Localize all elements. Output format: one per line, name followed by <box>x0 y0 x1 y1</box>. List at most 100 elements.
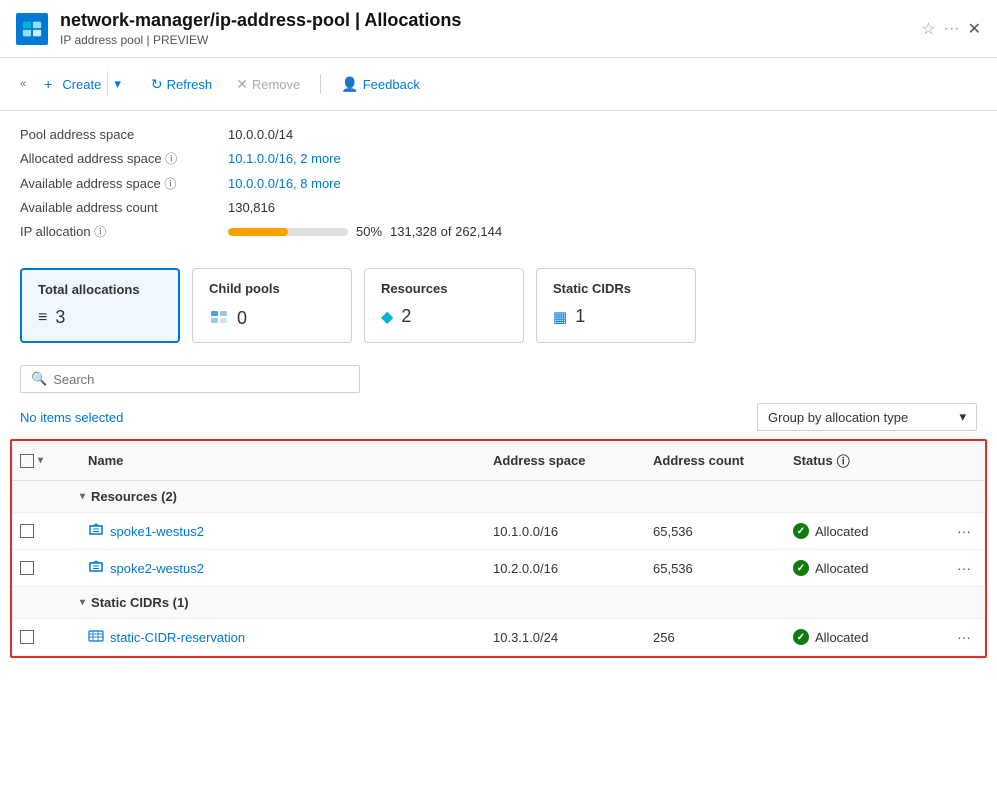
static-cidrs-value: 1 <box>575 306 585 327</box>
child-pools-card[interactable]: Child pools 0 <box>192 268 352 343</box>
row1-ellipsis-btn[interactable]: ··· <box>953 521 975 541</box>
page-header: network-manager/ip-address-pool | Alloca… <box>0 0 997 58</box>
progress-row: 50% 131,328 of 262,144 <box>228 224 502 239</box>
search-filter-row: 🔍 <box>0 355 997 399</box>
more-options-icon[interactable]: ··· <box>944 20 960 38</box>
resources-value: 2 <box>401 306 411 327</box>
ip-allocation-info-icon: ⓘ <box>94 225 106 239</box>
allocations-table: ▾ Name Address space Address count Statu… <box>10 439 987 658</box>
row3-address-count-cell: 256 <box>645 622 785 653</box>
total-allocations-card[interactable]: Total allocations ≡ 3 <box>20 268 180 343</box>
group-by-chevron-icon: ▾ <box>959 409 966 425</box>
create-label: Create <box>52 72 107 97</box>
row2-checkbox[interactable] <box>20 561 34 575</box>
row1-name-cell: spoke1-westus2 <box>80 514 485 549</box>
row2-resource-icon <box>88 559 104 578</box>
refresh-label: Refresh <box>167 77 213 92</box>
resources-card[interactable]: Resources ◆ 2 <box>364 268 524 343</box>
child-pools-value: 0 <box>237 308 247 329</box>
pool-address-space-value: 10.0.0.0/14 <box>228 127 293 142</box>
child-pools-title: Child pools <box>209 281 335 296</box>
available-address-count-row: Available address count 130,816 <box>20 200 977 215</box>
th-name[interactable]: Name <box>80 447 485 474</box>
row2-name-link[interactable]: spoke2-westus2 <box>110 561 204 576</box>
row1-status-dot <box>793 523 809 539</box>
child-pools-value-row: 0 <box>209 306 335 330</box>
pool-address-space-row: Pool address space 10.0.0.0/14 <box>20 127 977 142</box>
static-cidrs-icon: ▦ <box>553 308 567 326</box>
allocated-info-icon: ⓘ <box>165 152 177 166</box>
row3-checkbox-cell <box>12 622 56 652</box>
refresh-button[interactable]: ↻ Refresh <box>141 71 222 98</box>
row3-checkbox[interactable] <box>20 630 34 644</box>
select-all-checkbox[interactable] <box>20 454 34 468</box>
collapse-all-icon[interactable]: ▾ <box>38 455 43 466</box>
group-by-label: Group by allocation type <box>768 410 908 425</box>
create-button[interactable]: + Create ▾ <box>34 66 137 102</box>
row1-status-label: Allocated <box>815 524 868 539</box>
feedback-label: Feedback <box>363 77 420 92</box>
group-by-dropdown[interactable]: Group by allocation type ▾ <box>757 403 977 431</box>
sidebar-collapse-btn[interactable]: « <box>16 70 30 98</box>
allocated-address-space-value[interactable]: 10.1.0.0/16, 2 more <box>228 151 341 166</box>
row2-status: Allocated <box>793 560 868 576</box>
static-cidrs-card[interactable]: Static CIDRs ▦ 1 <box>536 268 696 343</box>
static-cidrs-value-row: ▦ 1 <box>553 306 679 327</box>
resources-group-collapse-icon[interactable]: ▾ <box>80 491 85 502</box>
row1-name-link[interactable]: spoke1-westus2 <box>110 524 204 539</box>
available-address-space-value[interactable]: 10.0.0.0/16, 8 more <box>228 176 341 191</box>
row1-checkbox[interactable] <box>20 524 34 538</box>
search-icon: 🔍 <box>31 371 47 387</box>
total-allocations-icon: ≡ <box>38 309 47 327</box>
feedback-button[interactable]: 👤 Feedback <box>331 71 430 98</box>
progress-pct: 50% <box>356 224 382 239</box>
total-allocations-title: Total allocations <box>38 282 162 297</box>
table-row: spoke2-westus2 10.2.0.0/16 65,536 Alloca… <box>12 550 985 587</box>
header-actions: ☆ ··· ✕ <box>921 19 981 39</box>
no-items-selected-label: No items selected <box>20 410 123 425</box>
available-address-space-row: Available address space ⓘ 10.0.0.0/16, 8… <box>20 175 977 192</box>
toolbar-divider <box>320 74 321 94</box>
remove-button[interactable]: ✕ Remove <box>226 71 310 98</box>
create-plus-icon: + <box>44 76 52 92</box>
ip-allocation-label: IP allocation ⓘ <box>20 223 220 240</box>
row2-checkbox-cell <box>12 553 56 583</box>
static-cidrs-group-collapse-icon[interactable]: ▾ <box>80 597 85 608</box>
row2-address-count-cell: 65,536 <box>645 553 785 584</box>
progress-bar-fill <box>228 228 288 236</box>
row2-name-cell: spoke2-westus2 <box>80 551 485 586</box>
row2-actions-cell: ··· <box>945 550 985 586</box>
table-row: spoke1-westus2 10.1.0.0/16 65,536 Alloca… <box>12 513 985 550</box>
resources-group-header: ▾ Resources (2) <box>12 481 985 513</box>
feedback-icon: 👤 <box>341 76 358 93</box>
allocated-address-space-label: Allocated address space ⓘ <box>20 150 220 167</box>
remove-label: Remove <box>252 77 300 92</box>
row3-status-label: Allocated <box>815 630 868 645</box>
total-allocations-value-row: ≡ 3 <box>38 307 162 328</box>
resources-group-label: Resources (2) <box>91 489 177 504</box>
create-arrow-icon[interactable]: ▾ <box>107 71 127 97</box>
row3-name-link[interactable]: static-CIDR-reservation <box>110 630 245 645</box>
remove-icon: ✕ <box>236 76 248 93</box>
th-address-count[interactable]: Address count <box>645 447 785 474</box>
favorite-icon[interactable]: ☆ <box>921 19 935 39</box>
search-box[interactable]: 🔍 <box>20 365 360 393</box>
row3-ellipsis-btn[interactable]: ··· <box>953 627 975 647</box>
toolbar: « + Create ▾ ↻ Refresh ✕ Remove 👤 Feedba… <box>0 58 997 111</box>
available-address-count-label: Available address count <box>20 200 220 215</box>
th-actions <box>945 447 985 474</box>
th-address-space[interactable]: Address space <box>485 447 645 474</box>
static-cidrs-group-label: Static CIDRs (1) <box>91 595 189 610</box>
row2-status-label: Allocated <box>815 561 868 576</box>
row3-status-dot <box>793 629 809 645</box>
row1-address-space-cell: 10.1.0.0/16 <box>485 516 645 547</box>
row1-checkbox-cell <box>12 516 56 546</box>
close-icon[interactable]: ✕ <box>968 19 981 39</box>
resources-title: Resources <box>381 281 507 296</box>
search-input[interactable] <box>53 372 349 387</box>
row2-status-dot <box>793 560 809 576</box>
row1-status-cell: Allocated <box>785 515 945 547</box>
app-icon <box>16 13 48 45</box>
table-row: static-CIDR-reservation 10.3.1.0/24 256 … <box>12 619 985 656</box>
row2-ellipsis-btn[interactable]: ··· <box>953 558 975 578</box>
